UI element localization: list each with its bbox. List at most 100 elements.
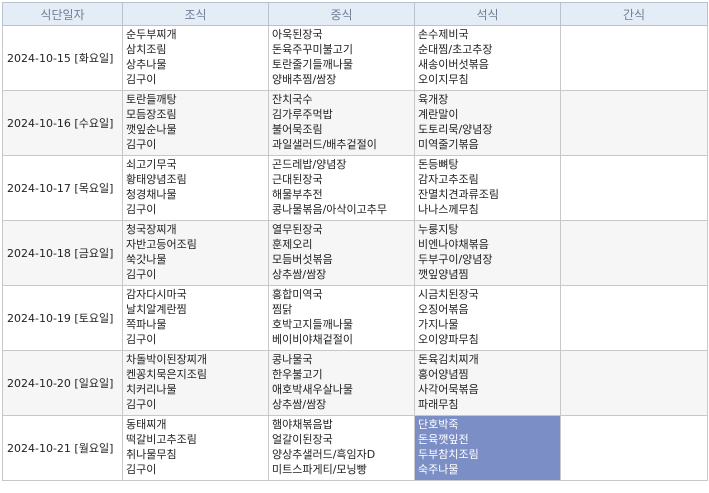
menu-item: 애호박새우살나물 [272, 383, 353, 396]
menu-item: 홍어양념찜 [418, 368, 469, 381]
menu-cell-snack [560, 90, 708, 156]
menu-item: 김구이 [126, 268, 157, 281]
menu-item: 돈육깻잎전 [418, 433, 469, 446]
menu-item: 상추쌈/쌈장 [272, 398, 327, 411]
menu-cell-snack [560, 155, 708, 221]
menu-cell-dinner: 단호박죽돈육깻잎전두부참치조림숙주나물 [414, 415, 561, 481]
menu-item: 아욱된장국 [272, 28, 323, 41]
meal-menu-table: 식단일자 조식 중식 석식 간식 2024-10-15 [화요일] 순두부찌개 삼치… [2, 2, 708, 481]
menu-item: 잔치국수 [272, 93, 313, 106]
menu-date: 2024-10-16 [수요일] [2, 90, 123, 156]
table-row: 2024-10-19 [토요일] 감자다시마국 날치알계란찜 쪽파나물 김구이 홍합미역국… [2, 285, 708, 351]
header-lunch: 중식 [268, 2, 415, 26]
menu-item: 한우불고기 [272, 368, 323, 381]
menu-item: 찜닭 [272, 303, 293, 316]
menu-cell-lunch: 아욱된장국 돈육주꾸미불고기 토란줄기들깨나물 양배추찜/쌈장 [268, 25, 415, 91]
menu-item: 훈제오리 [272, 238, 313, 251]
menu-item: 청경채나물 [126, 188, 177, 201]
menu-item: 깻잎순나물 [126, 123, 177, 136]
menu-item: 오이지무침 [418, 73, 469, 86]
table-row: 2024-10-21 [월요일] 동태찌개 떡갈비고추조림 취나물무침 김구이 햄야채볶음… [2, 415, 708, 481]
menu-item: 감자다시마국 [126, 288, 187, 301]
menu-item: 쇠고기무국 [126, 158, 177, 171]
header-date: 식단일자 [2, 2, 123, 26]
menu-cell-lunch: 홍합미역국 찜닭 호박고지들깨나물 베이비야채겉절이 [268, 285, 415, 351]
menu-item: 누룽지탕 [418, 223, 459, 236]
menu-item: 계란말이 [418, 108, 459, 121]
menu-item: 콩나물볶음/아삭이고추무 [272, 203, 388, 216]
menu-item: 김구이 [126, 333, 157, 346]
menu-item: 두부참치조림 [418, 448, 479, 461]
menu-cell-breakfast: 쇠고기무국 황태양념조림 청경채나물 김구이 [122, 155, 269, 221]
menu-item: 시금치된장국 [418, 288, 479, 301]
menu-item: 치커리나물 [126, 383, 177, 396]
table-row: 2024-10-16 [수요일] 토란들깨탕 모듬장조림 깻잎순나물 김구이 잔치국수 김가… [2, 90, 708, 156]
menu-item: 불어묵조림 [272, 123, 323, 136]
menu-item: 얼갈이된장국 [272, 433, 333, 446]
menu-item: 잔멸치견과류조림 [418, 188, 499, 201]
menu-item: 김구이 [126, 138, 157, 151]
menu-item: 토란들깨탕 [126, 93, 177, 106]
menu-item: 김구이 [126, 463, 157, 476]
menu-item: 순두부찌개 [126, 28, 177, 41]
menu-item: 과일샐러드/배추겉절이 [272, 138, 377, 151]
menu-item: 순대찜/초고추장 [418, 43, 493, 56]
menu-cell-dinner: 시금치된장국 오징어볶음 가지나물 오이양파무침 [414, 285, 561, 351]
menu-item: 미역줄기볶음 [418, 138, 479, 151]
menu-cell-breakfast: 토란들깨탕모듬장조림깻잎순나물김구이 [122, 90, 269, 156]
header-snack: 간식 [560, 2, 708, 26]
table-row: 2024-10-20 [일요일] 차돌박이된장찌개 켄꽁치묵은지조림 치커리나물 김구이… [2, 350, 708, 416]
menu-item: 베이비야채겉절이 [272, 333, 353, 346]
menu-item: 새송이버섯볶음 [418, 58, 489, 71]
menu-cell-dinner: 돈육김치찌개홍어양념찜사각어묵볶음파래무침 [414, 350, 561, 416]
menu-item: 사각어묵볶음 [418, 383, 479, 396]
menu-item: 두부구이/양념장 [418, 253, 493, 266]
menu-item: 김가루주먹밥 [272, 108, 333, 121]
menu-cell-lunch: 콩나물국 한우불고기 애호박새우살나물 상추쌈/쌈장 [268, 350, 415, 416]
menu-item: 숙주나물 [418, 463, 459, 476]
menu-item: 상추쌈/쌈장 [272, 268, 327, 281]
menu-cell-breakfast: 청국장찌개 자반고등어조림 쑥갓나물 김구이 [122, 220, 269, 286]
menu-item: 청국장찌개 [126, 223, 177, 236]
menu-item: 모듬장조림 [126, 108, 177, 121]
menu-item: 김구이 [126, 398, 157, 411]
table-row: 2024-10-18 [금요일] 청국장찌개 자반고등어조림 쑥갓나물 김구이 열무된장국… [2, 220, 708, 286]
menu-cell-dinner: 돈등뼈탕 감자고추조림 잔멸치견과류조림 나나스께무침 [414, 155, 561, 221]
menu-date: 2024-10-15 [화요일] [2, 25, 123, 91]
menu-item: 오이양파무침 [418, 333, 479, 346]
menu-cell-lunch: 열무된장국훈제오리모듬버섯볶음상추쌈/쌈장 [268, 220, 415, 286]
menu-cell-snack [560, 350, 708, 416]
menu-item: 단호박죽 [418, 418, 459, 431]
menu-item: 열무된장국 [272, 223, 323, 236]
menu-item: 홍합미역국 [272, 288, 323, 301]
menu-date: 2024-10-19 [토요일] [2, 285, 123, 351]
menu-item: 자반고등어조림 [126, 238, 197, 251]
menu-item: 모듬버섯볶음 [272, 253, 333, 266]
menu-item: 감자고추조림 [418, 173, 479, 186]
menu-date: 2024-10-20 [일요일] [2, 350, 123, 416]
menu-item: 날치알계란찜 [126, 303, 187, 316]
menu-item: 쪽파나물 [126, 318, 167, 331]
menu-item: 켄꽁치묵은지조림 [126, 368, 207, 381]
menu-cell-snack [560, 25, 708, 91]
menu-cell-lunch: 햄야채볶음밥 얼갈이된장국 양상추샐러드/흑임자D 미트스파게티/모닝빵 [268, 415, 415, 481]
menu-cell-breakfast: 감자다시마국날치알계란찜쪽파나물김구이 [122, 285, 269, 351]
menu-item: 김구이 [126, 203, 157, 216]
table-row: 2024-10-15 [화요일] 순두부찌개 삼치조림 상추나물 김구이 아욱된장국 돈육주… [2, 25, 708, 91]
menu-cell-breakfast: 차돌박이된장찌개 켄꽁치묵은지조림 치커리나물 김구이 [122, 350, 269, 416]
menu-item: 돈육김치찌개 [418, 353, 479, 366]
menu-item: 가지나물 [418, 318, 459, 331]
menu-cell-snack [560, 415, 708, 481]
menu-cell-lunch: 곤드레밥/양념장 근대된장국 해물부추전 콩나물볶음/아삭이고추무 [268, 155, 415, 221]
menu-cell-dinner: 누룽지탕 비엔나야채볶음 두부구이/양념장 깻잎양념찜 [414, 220, 561, 286]
menu-cell-snack [560, 220, 708, 286]
menu-item: 미트스파게티/모닝빵 [272, 463, 367, 476]
menu-item: 파래무침 [418, 398, 459, 411]
menu-item: 양상추샐러드/흑임자D [272, 448, 376, 461]
menu-item: 토란줄기들깨나물 [272, 58, 353, 71]
menu-cell-breakfast: 동태찌개 떡갈비고추조림 취나물무침 김구이 [122, 415, 269, 481]
menu-cell-dinner: 손수제비국 순대찜/초고추장 새송이버섯볶음 오이지무침 [414, 25, 561, 91]
menu-date: 2024-10-18 [금요일] [2, 220, 123, 286]
menu-item: 비엔나야채볶음 [418, 238, 489, 251]
menu-item: 돈등뼈탕 [418, 158, 459, 171]
